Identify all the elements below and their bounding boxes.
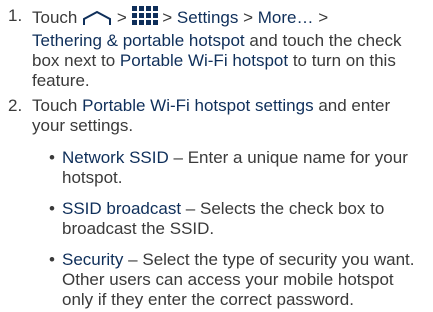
step-number: 1. xyxy=(8,6,23,25)
apps-grid-icon xyxy=(131,6,158,31)
bullet-ssid-broadcast: • SSID broadcast – Selects the check box… xyxy=(49,199,427,241)
bullet-dot: • xyxy=(49,250,55,269)
bullet-dash: – xyxy=(173,148,183,167)
separator: > xyxy=(243,8,254,27)
separator: > xyxy=(318,8,329,27)
bullet-dot: • xyxy=(49,148,55,167)
step-text: Touch Portable Wi-Fi hotspot settings an… xyxy=(32,96,427,136)
step-number: 2. xyxy=(8,96,23,115)
touch-word: Touch xyxy=(32,96,78,115)
step-text: Touch > > Settings > More… > Tethering &… xyxy=(32,6,427,91)
separator: > xyxy=(162,8,173,27)
bullet-term: Network SSID xyxy=(62,148,169,167)
home-icon xyxy=(82,10,112,31)
portable-hotspot-link: Portable Wi-Fi hotspot xyxy=(119,51,289,70)
hotspot-settings-link: Portable Wi-Fi hotspot settings xyxy=(82,96,314,115)
instructions-page: 1. Touch > > Settings > More… > Tetherin… xyxy=(0,0,433,311)
separator: > xyxy=(116,8,127,27)
touch-word: Touch xyxy=(32,8,78,27)
more-link: More… xyxy=(257,8,314,27)
step-1: 1. Touch > > Settings > More… > Tetherin… xyxy=(8,6,427,91)
bullet-dash: – xyxy=(128,250,138,269)
bullet-network-ssid: • Network SSID – Enter a unique name for… xyxy=(49,148,427,190)
bullet-term: SSID broadcast xyxy=(62,199,182,218)
bullet-dash: – xyxy=(185,199,196,218)
tethering-link: Tethering & portable hotspot xyxy=(32,31,245,50)
bullet-dot: • xyxy=(49,199,55,218)
step-2: 2. Touch Portable Wi-Fi hotspot settings… xyxy=(8,96,427,138)
bullet-security: • Security – Select the type of security… xyxy=(49,250,427,312)
settings-link: Settings xyxy=(176,8,239,27)
bullet-text: Security – Select the type of security y… xyxy=(62,250,427,310)
bullet-text: SSID broadcast – Selects the check box t… xyxy=(62,199,427,239)
bullet-text: Network SSID – Enter a unique name for y… xyxy=(62,148,427,188)
bullet-term: Security xyxy=(62,250,124,269)
